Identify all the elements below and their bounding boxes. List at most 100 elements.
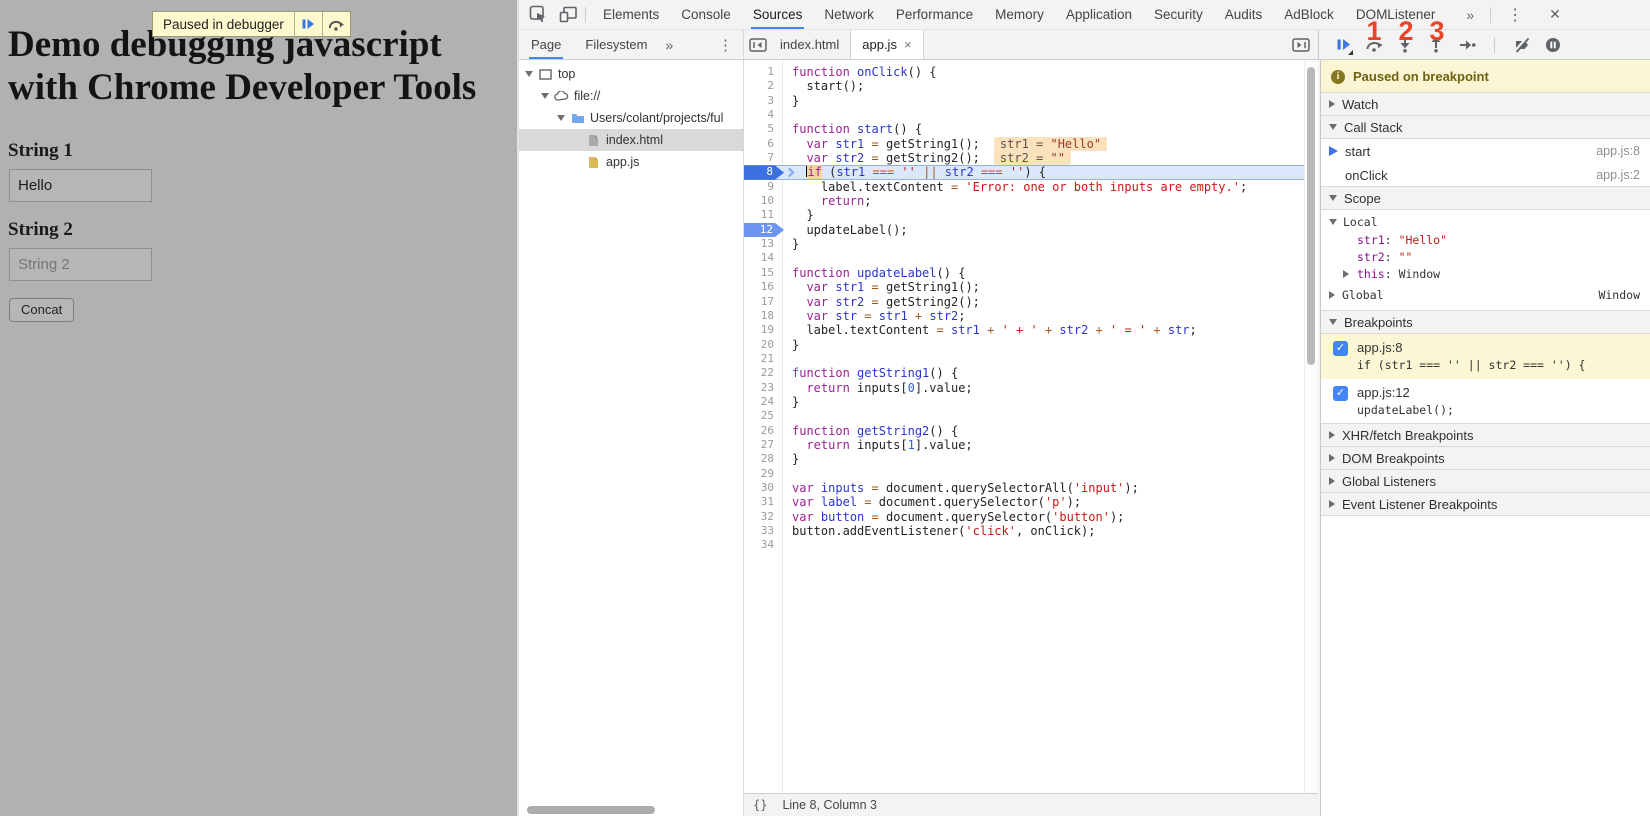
line-gutter-30[interactable]: 30 (744, 481, 782, 495)
banner-resume-button[interactable] (294, 12, 322, 36)
line-gutter-32[interactable]: 32 (744, 510, 782, 524)
resume-script-button[interactable] (1333, 35, 1353, 55)
line-number-20[interactable]: 20 (744, 338, 782, 352)
line-gutter-3[interactable]: 3 (744, 94, 782, 108)
line-number-24[interactable]: 24 (744, 395, 782, 409)
line-gutter-22[interactable]: 22 (744, 366, 782, 380)
line-number-17[interactable]: 17 (744, 295, 782, 309)
watch-section-header[interactable]: Watch (1321, 92, 1650, 116)
breakpoints-section-header[interactable]: Breakpoints (1321, 310, 1650, 334)
call-stack-frame-onclick[interactable]: onClickapp.js:2 (1321, 163, 1650, 187)
scope-variable-this[interactable]: this: Window (1321, 265, 1650, 283)
line-number-29[interactable]: 29 (744, 467, 782, 481)
line-gutter-23[interactable]: 23 (744, 381, 782, 395)
line-gutter-13[interactable]: 13 (744, 237, 782, 251)
close-tab-icon[interactable]: × (904, 37, 912, 52)
file-tab-index-html[interactable]: index.html (769, 30, 850, 59)
tab-security[interactable]: Security (1143, 0, 1214, 29)
line-number-16[interactable]: 16 (744, 280, 782, 294)
line-number-14[interactable]: 14 (744, 251, 782, 265)
line-gutter-14[interactable]: 14 (744, 251, 782, 265)
section-header-global-listeners[interactable]: Global Listeners (1321, 469, 1650, 493)
line-gutter-16[interactable]: 16 (744, 280, 782, 294)
tab-performance[interactable]: Performance (885, 0, 984, 29)
tab-elements[interactable]: Elements (592, 0, 670, 29)
line-gutter-28[interactable]: 28 (744, 452, 782, 466)
call-stack-frame-start[interactable]: startapp.js:8 (1321, 139, 1650, 163)
line-gutter-4[interactable]: 4 (744, 108, 782, 122)
line-number-15[interactable]: 15 (744, 266, 782, 280)
tab-application[interactable]: Application (1055, 0, 1143, 29)
line-gutter-27[interactable]: 27 (744, 438, 782, 452)
line-number-21[interactable]: 21 (744, 352, 782, 366)
line-gutter-11[interactable]: 11 (744, 208, 782, 222)
line-gutter-31[interactable]: 31 (744, 495, 782, 509)
navigator-horizontal-scrollbar[interactable] (527, 806, 655, 814)
line-gutter-26[interactable]: 26 (744, 424, 782, 438)
tree-item-file[interactable]: file:// (519, 85, 743, 107)
section-header-dom-breakpoints[interactable]: DOM Breakpoints (1321, 446, 1650, 470)
tab-audits[interactable]: Audits (1214, 0, 1274, 29)
pretty-print-button[interactable]: {} (753, 798, 767, 812)
breakpoint-entry-app-js-8[interactable]: ✓app.js:8if (str1 === '' || str2 === '')… (1321, 334, 1650, 379)
scope-section-header[interactable]: Scope (1321, 186, 1650, 210)
line-number-5[interactable]: 5 (744, 122, 782, 136)
line-number-19[interactable]: 19 (744, 323, 782, 337)
line-gutter-19[interactable]: 19 (744, 323, 782, 337)
scope-variable-str2[interactable]: str2: "" (1321, 249, 1650, 266)
concat-button[interactable]: Concat (9, 298, 74, 322)
collapse-navigator-button[interactable] (747, 30, 769, 59)
line-number-1[interactable]: 1 (744, 65, 782, 79)
navigator-tab-filesystem[interactable]: Filesystem (573, 30, 659, 59)
line-number-2[interactable]: 2 (744, 79, 782, 93)
tab-memory[interactable]: Memory (984, 0, 1055, 29)
line-number-32[interactable]: 32 (744, 510, 782, 524)
step-button[interactable] (1457, 35, 1477, 55)
line-number-18[interactable]: 18 (744, 309, 782, 323)
line-number-27[interactable]: 27 (744, 438, 782, 452)
line-number-23[interactable]: 23 (744, 381, 782, 395)
toggle-debugger-sidebar-button[interactable] (1290, 30, 1312, 59)
line-gutter-10[interactable]: 10 (744, 194, 782, 208)
line-number-3[interactable]: 3 (744, 94, 782, 108)
line-number-28[interactable]: 28 (744, 452, 782, 466)
line-gutter-33[interactable]: 33 (744, 524, 782, 538)
line-number-25[interactable]: 25 (744, 409, 782, 423)
line-gutter-15[interactable]: 15 (744, 266, 782, 280)
navigator-menu-button[interactable]: ⋮ (712, 36, 739, 54)
tab-network[interactable]: Network (813, 0, 885, 29)
pause-on-exceptions-button[interactable] (1543, 35, 1563, 55)
line-number-13[interactable]: 13 (744, 237, 782, 251)
line-gutter-25[interactable]: 25 (744, 409, 782, 423)
devtools-menu-button[interactable]: ⋮ (1501, 5, 1529, 25)
line-gutter-24[interactable]: 24 (744, 395, 782, 409)
line-gutter-21[interactable]: 21 (744, 352, 782, 366)
line-gutter-20[interactable]: 20 (744, 338, 782, 352)
devtools-close-button[interactable]: ✕ (1543, 6, 1567, 23)
line-gutter-17[interactable]: 17 (744, 295, 782, 309)
line-gutter-9[interactable]: 9 (744, 180, 782, 194)
line-number-6[interactable]: 6 (744, 137, 782, 151)
line-number-11[interactable]: 11 (744, 208, 782, 222)
call-stack-section-header[interactable]: Call Stack (1321, 115, 1650, 139)
line-gutter-34[interactable]: 34 (744, 538, 782, 552)
tab-adblock[interactable]: AdBlock (1273, 0, 1345, 29)
deactivate-breakpoints-button[interactable] (1512, 35, 1532, 55)
line-number-4[interactable]: 4 (744, 108, 782, 122)
navigator-more-tabs-button[interactable]: » (660, 37, 680, 53)
section-header-event-listener-breakpoints[interactable]: Event Listener Breakpoints (1321, 492, 1650, 516)
device-toolbar-button[interactable] (557, 5, 579, 25)
breakpoint-checkbox[interactable]: ✓ (1333, 386, 1348, 401)
tree-item-users-colant-projects-ful[interactable]: Users/colant/projects/ful (519, 107, 743, 129)
banner-step-over-button[interactable] (322, 12, 350, 36)
line-gutter-6[interactable]: 6 (744, 137, 782, 151)
tree-item-app-js[interactable]: app.js (519, 151, 743, 173)
breakpoint-marker-8[interactable]: 8 (744, 165, 784, 179)
more-tabs-button[interactable]: » (1460, 7, 1480, 23)
scope-global-group[interactable]: Global Window (1321, 283, 1650, 307)
breakpoint-marker-12[interactable]: 12 (744, 223, 784, 237)
code-area[interactable]: 1function onClick() {2 start();3}45funct… (744, 60, 1304, 793)
line-number-31[interactable]: 31 (744, 495, 782, 509)
breakpoint-entry-app-js-12[interactable]: ✓app.js:12updateLabel(); (1321, 379, 1650, 424)
scope-variable-str1[interactable]: str1: "Hello" (1321, 232, 1650, 249)
